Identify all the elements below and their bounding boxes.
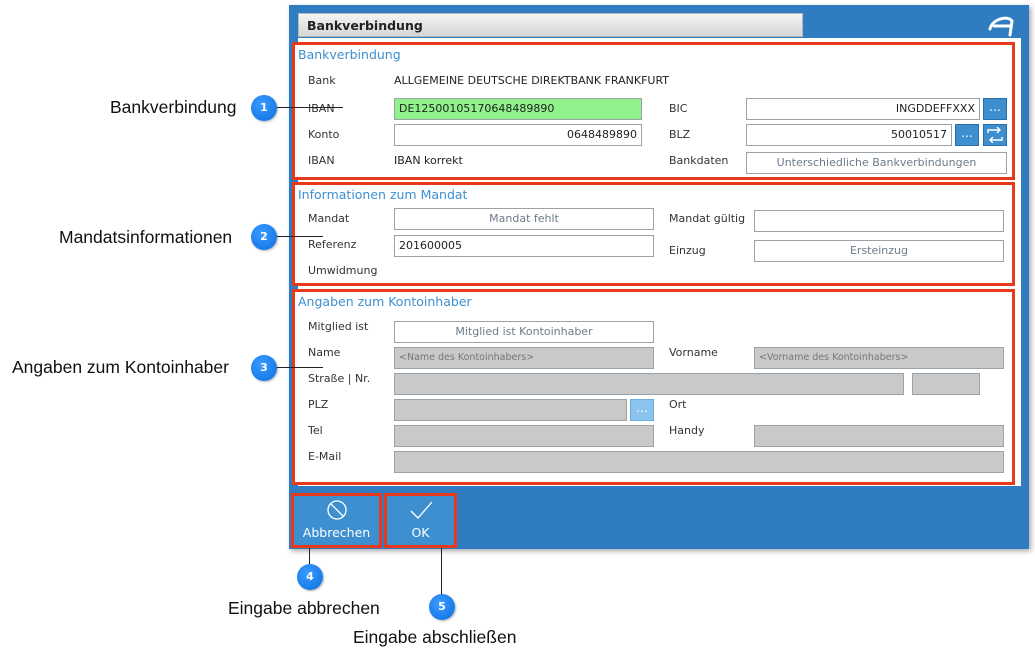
dialog-window: Bankverbindung Bankverbindung Bank ALLGE… xyxy=(289,5,1029,549)
vorname-input[interactable]: <Vorname des Kontoinhabers> xyxy=(754,347,1004,369)
convert-button[interactable] xyxy=(983,124,1007,146)
strasse-label: Straße | Nr. xyxy=(308,372,371,385)
ok-button-label: OK xyxy=(411,525,430,540)
name-input[interactable]: <Name des Kontoinhabers> xyxy=(394,347,654,369)
iban-status-label: IBAN xyxy=(308,154,335,167)
callout-text-1: Bankverbindung xyxy=(110,97,237,117)
cancel-button[interactable]: Abbrechen xyxy=(291,493,382,548)
referenz-input[interactable]: 201600005 xyxy=(394,235,654,257)
dialog-content: Bankverbindung Bank ALLGEMEINE DEUTSCHE … xyxy=(292,38,1021,486)
callout-text-5: Eingabe abschließen xyxy=(353,627,517,647)
hausnummer-input[interactable] xyxy=(912,373,980,395)
plz-input[interactable] xyxy=(394,399,627,421)
mitglied-button[interactable]: Mitglied ist Kontoinhaber xyxy=(394,321,654,343)
title-bar: Bankverbindung xyxy=(298,13,803,37)
email-input[interactable] xyxy=(394,451,1004,473)
section-mandat: Informationen zum Mandat Mandat Mandat f… xyxy=(292,182,1015,286)
cancel-button-label: Abbrechen xyxy=(302,525,371,540)
einzug-button[interactable]: Ersteinzug xyxy=(754,240,1004,262)
strasse-input[interactable] xyxy=(394,373,904,395)
callout-line-4 xyxy=(309,548,310,564)
section-title: Bankverbindung xyxy=(298,47,401,62)
callout-badge-3: 3 xyxy=(251,355,277,381)
ok-button[interactable]: OK xyxy=(384,493,457,548)
tel-label: Tel xyxy=(308,424,323,437)
referenz-label: Referenz xyxy=(308,238,357,251)
blz-label: BLZ xyxy=(669,128,691,141)
handy-label: Handy xyxy=(669,424,705,437)
handy-input[interactable] xyxy=(754,425,1004,447)
callout-line-5 xyxy=(441,548,442,594)
email-label: E-Mail xyxy=(308,450,342,463)
convert-arrows-icon xyxy=(987,126,1003,144)
plz-lookup-button[interactable]: ... xyxy=(630,399,654,421)
blz-input[interactable]: 50010517 xyxy=(746,124,952,146)
vorname-label: Vorname xyxy=(669,346,718,359)
bic-lookup-button[interactable]: ... xyxy=(983,98,1007,120)
callout-text-4: Eingabe abbrechen xyxy=(228,598,380,618)
callout-text-2: Mandatsinformationen xyxy=(59,227,233,247)
callout-badge-1: 1 xyxy=(251,95,277,121)
name-label: Name xyxy=(308,346,341,359)
bankdaten-label: Bankdaten xyxy=(669,154,729,167)
bic-input[interactable]: INGDDEFFXXX xyxy=(746,98,980,120)
einzug-label: Einzug xyxy=(669,244,706,257)
callout-text-3: Angaben zum Kontoinhaber xyxy=(12,357,229,377)
callout-badge-4: 4 xyxy=(297,564,323,590)
tel-input[interactable] xyxy=(394,425,654,447)
section-title: Angaben zum Kontoinhaber xyxy=(298,294,472,309)
iban-input[interactable]: DE12500105170648489890 xyxy=(394,98,642,120)
section-bankverbindung: Bankverbindung Bank ALLGEMEINE DEUTSCHE … xyxy=(292,42,1015,180)
bankdaten-button[interactable]: Unterschiedliche Bankverbindungen xyxy=(746,152,1007,174)
konto-input[interactable]: 0648489890 xyxy=(394,124,642,146)
checkmark-icon xyxy=(410,501,432,519)
iban-status-value: IBAN korrekt xyxy=(394,154,463,167)
mandat-gueltig-input[interactable] xyxy=(754,210,1004,232)
mitglied-label: Mitglied ist xyxy=(308,320,369,333)
bank-label: Bank xyxy=(308,74,336,87)
mandat-gueltig-label: Mandat gültig xyxy=(669,212,746,225)
blz-lookup-button[interactable]: ... xyxy=(955,124,979,146)
konto-label: Konto xyxy=(308,128,340,141)
window-title: Bankverbindung xyxy=(307,18,423,33)
iban-label: IBAN xyxy=(308,102,335,115)
section-title: Informationen zum Mandat xyxy=(298,187,468,202)
bic-label: BIC xyxy=(669,102,688,115)
callout-badge-5: 5 xyxy=(429,594,455,620)
bank-value: ALLGEMEINE DEUTSCHE DIREKTBANK FRANKFURT xyxy=(394,74,670,87)
plz-label: PLZ xyxy=(308,398,329,411)
mandat-label: Mandat xyxy=(308,212,350,225)
cancel-circle-icon xyxy=(326,500,347,520)
callout-line-2 xyxy=(277,236,323,237)
ort-label: Ort xyxy=(669,398,687,411)
mandat-button[interactable]: Mandat fehlt xyxy=(394,208,654,230)
callout-line-3 xyxy=(277,367,323,368)
section-kontoinhaber: Angaben zum Kontoinhaber Mitglied ist Mi… xyxy=(292,289,1015,485)
umwidmung-label: Umwidmung xyxy=(308,264,378,277)
callout-badge-2: 2 xyxy=(251,224,277,250)
callout-line-1 xyxy=(277,107,343,108)
app-logo-icon xyxy=(988,16,1014,37)
